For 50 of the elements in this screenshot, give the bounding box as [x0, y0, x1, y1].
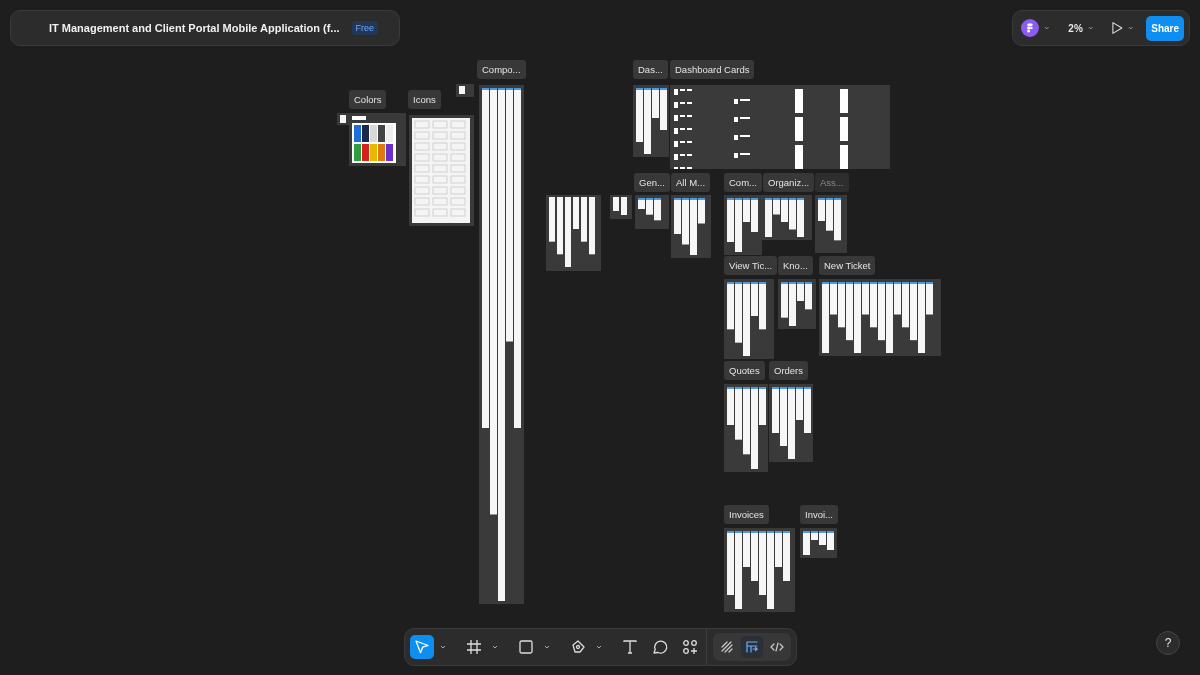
- frame-grid-icon: [464, 638, 483, 656]
- square-icon: [516, 638, 535, 656]
- caret-icon[interactable]: [491, 645, 498, 649]
- frame-thumbnail: [762, 195, 812, 240]
- shapes-plus-icon: [680, 638, 699, 656]
- section-label[interactable]: Colors: [349, 90, 387, 109]
- frame-thumbnail: [635, 195, 669, 229]
- zoom-level[interactable]: 2%: [1068, 22, 1083, 34]
- move-tool-button[interactable]: [409, 635, 434, 659]
- section-label[interactable]: Gen...: [634, 173, 670, 192]
- layout-icon: [744, 640, 759, 654]
- design-mode-toggle[interactable]: [740, 636, 763, 658]
- frame-thumbnail: [800, 528, 837, 558]
- section-label[interactable]: Kno...: [778, 256, 813, 275]
- frame-thumbnail: [778, 279, 816, 329]
- caret-icon[interactable]: [1087, 26, 1094, 30]
- section-label[interactable]: Das...: [633, 60, 668, 79]
- section-label[interactable]: Quotes: [724, 361, 765, 380]
- section-label[interactable]: Ass...: [815, 173, 849, 192]
- section-label[interactable]: New Ticket: [819, 256, 876, 275]
- section-label[interactable]: View Tic...: [724, 256, 778, 275]
- section-label[interactable]: Dashboard Cards: [670, 60, 755, 79]
- code-icon: [769, 640, 784, 654]
- frame-thumbnail: [456, 84, 474, 97]
- caret-icon[interactable]: [595, 645, 602, 649]
- comment-bubble-icon: [650, 638, 669, 656]
- avatar-icon[interactable]: [1021, 18, 1039, 38]
- file-title[interactable]: IT Management and Client Portal Mobile Application (f...: [49, 22, 340, 34]
- section-label[interactable]: Icons: [408, 90, 441, 109]
- section-label[interactable]: Orders: [769, 361, 809, 380]
- plan-badge: Free: [351, 21, 378, 35]
- section-label[interactable]: Invoices: [724, 505, 769, 524]
- section-label[interactable]: Invoi...: [800, 505, 838, 524]
- pencil-strokes-icon: [719, 640, 734, 654]
- text-icon: [620, 638, 639, 656]
- cursor-icon: [412, 638, 431, 656]
- section-label[interactable]: Organiz...: [763, 173, 815, 192]
- caret-icon[interactable]: [543, 645, 550, 649]
- caret-icon[interactable]: [1043, 26, 1050, 30]
- section-label[interactable]: Compo...: [477, 60, 526, 79]
- play-icon[interactable]: [1112, 21, 1123, 35]
- frame-thumbnail: [815, 195, 847, 253]
- section-label[interactable]: Com...: [724, 173, 762, 192]
- help-button[interactable]: ?: [1156, 631, 1180, 655]
- frame-thumbnail: [671, 195, 711, 258]
- caret-icon[interactable]: [439, 645, 446, 649]
- frame-thumbnail: [724, 195, 762, 255]
- frame-thumbnail: [610, 195, 632, 219]
- section-label[interactable]: All M...: [671, 173, 711, 192]
- caret-icon[interactable]: [1127, 26, 1134, 30]
